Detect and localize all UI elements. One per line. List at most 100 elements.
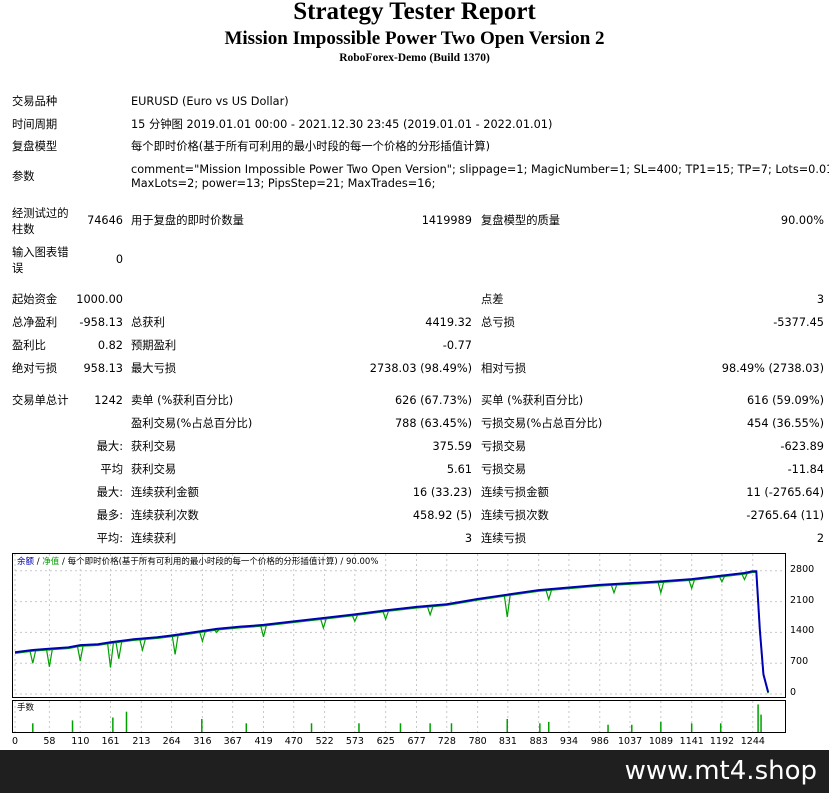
- x-tick-label: 161: [101, 736, 120, 747]
- expected-payoff-value: -0.77: [442, 339, 472, 352]
- maximal-consec-win-value: 458.92 (5): [412, 509, 472, 522]
- y-tick-label: 700: [790, 656, 809, 668]
- x-tick-label: 1141: [679, 736, 704, 747]
- maximal-consec-win-label: 连续获利次数: [131, 509, 199, 522]
- spread-label: 点差: [481, 293, 504, 306]
- rel-drawdown-value: 98.49% (2738.03): [721, 362, 824, 375]
- quality-label: 复盘模型的质量: [481, 214, 561, 227]
- y-tick-label: 2800: [790, 563, 815, 575]
- max-consec-win-value: 16 (33.23): [412, 486, 472, 499]
- bars-value: 74646: [87, 214, 123, 227]
- volume-label: 手数: [17, 703, 35, 713]
- rel-drawdown-label: 相对亏损: [481, 362, 527, 375]
- gross-loss-value: -5377.45: [773, 316, 824, 329]
- report-title: Strategy Tester Report: [293, 0, 536, 25]
- max-consec-loss-value: 11 (-2765.64): [746, 486, 824, 499]
- avg-consec-win-label: 连续获利: [131, 532, 177, 545]
- x-tick-label: 728: [437, 736, 456, 747]
- balance-chart: 余额 / 净值 / 每个即时价格(基于所有可利用的最小时段的每一个价格的分形插值…: [12, 553, 786, 698]
- period-label: 时间周期: [12, 118, 58, 131]
- x-tick-label: 264: [162, 736, 181, 747]
- avg-consec-win-value: 3: [464, 532, 472, 545]
- volume-chart: 手数: [12, 700, 786, 733]
- x-tick-label: 1244: [740, 736, 765, 747]
- legend-model: 每个即时价格(基于所有可利用的最小时段的每一个价格的分形插值计算) / 90.0…: [67, 557, 379, 567]
- deposit-label: 起始资金: [12, 293, 58, 306]
- maximal-consec-loss-label: 连续亏损次数: [481, 509, 549, 522]
- max-consec-win-label: 连续获利金额: [131, 486, 199, 499]
- period-value: 15 分钟图 2019.01.01 00:00 - 2021.12.30 23:…: [131, 118, 553, 131]
- y-tick-label: 0: [790, 687, 797, 698]
- loss-trades-value: 454 (36.55%): [746, 417, 824, 430]
- long-positions-value: 616 (59.09%): [746, 394, 824, 407]
- ticks-value: 1419989: [421, 214, 472, 227]
- x-tick-label: 883: [529, 736, 548, 747]
- x-tick-label: 780: [468, 736, 487, 747]
- x-tick-label: 110: [71, 736, 90, 747]
- symbol-value: EURUSD (Euro vs US Dollar): [131, 95, 289, 108]
- profit-factor-label: 盈利比: [12, 339, 46, 352]
- gross-loss-label: 总亏损: [481, 316, 515, 329]
- x-tick-label: 934: [559, 736, 579, 747]
- expected-payoff-label: 预期盈利: [131, 339, 177, 352]
- gross-profit-value: 4419.32: [425, 316, 472, 329]
- gross-profit-label: 总获利: [131, 316, 165, 329]
- x-tick-label: 1192: [709, 736, 735, 747]
- y-tick-label: 2100: [790, 594, 815, 606]
- max-drawdown-value: 2738.03 (98.49%): [369, 362, 472, 375]
- brand-watermark: www.mt4.shop: [624, 756, 817, 786]
- server-build: RoboForex-Demo (Build 1370): [339, 52, 490, 64]
- avg-win-value: 5.61: [446, 463, 472, 476]
- x-tick-label: 470: [284, 736, 303, 747]
- quality-value: 90.00%: [780, 214, 824, 227]
- spread-value: 3: [816, 293, 824, 306]
- legend-sep-2: /: [62, 557, 65, 567]
- average-prefix: 平均: [100, 463, 123, 476]
- errors-value: 0: [115, 253, 123, 266]
- x-tick-label: 367: [223, 736, 242, 747]
- params-line-1: comment="Mission Impossible Power Two Op…: [131, 163, 829, 176]
- symbol-label: 交易品种: [12, 95, 58, 108]
- maximal-prefix: 最多:: [96, 509, 123, 522]
- largest-prefix: 最大:: [96, 440, 123, 453]
- loss-trades-label: 亏损交易(%占总百分比): [481, 417, 603, 430]
- x-tick-label: 1089: [648, 736, 674, 747]
- net-profit-value: -958.13: [79, 316, 123, 329]
- legend-sep: /: [36, 557, 40, 567]
- profit-trades-value: 788 (63.45%): [394, 417, 472, 430]
- avg-loss-label: 亏损交易: [481, 463, 527, 476]
- equity-dip: [45, 648, 53, 667]
- largest-win-label: 获利交易: [131, 440, 177, 453]
- x-tick-label: 677: [407, 736, 426, 747]
- deposit-value: 1000.00: [76, 293, 123, 306]
- params-line-2: MaxLots=2; power=13; PipsStep=21; MaxTra…: [131, 177, 436, 190]
- volume-chart-plot: [14, 701, 762, 732]
- avg-consec-prefix: 平均:: [96, 532, 123, 545]
- max-consec-prefix: 最大:: [96, 486, 123, 499]
- short-positions-value: 626 (67.73%): [394, 394, 472, 407]
- avg-loss-value: -11.84: [787, 463, 824, 476]
- x-tick-label: 58: [43, 736, 56, 747]
- x-tick-label: 419: [254, 736, 273, 747]
- short-positions-label: 卖单 (%获利百分比): [131, 394, 234, 407]
- avg-win-label: 获利交易: [131, 463, 177, 476]
- ticks-label: 用于复盘的即时价数量: [131, 214, 244, 227]
- x-tick-label: 1037: [617, 736, 643, 747]
- x-tick-label: 831: [498, 736, 517, 747]
- balance-line: [14, 570, 770, 693]
- equity-dip: [503, 594, 511, 618]
- footer-bar: www.mt4.shop: [0, 750, 829, 793]
- legend-balance: 余额: [17, 557, 35, 567]
- chart-legend: 余额 / 净值 / 每个即时价格(基于所有可利用的最小时段的每一个价格的分形插值…: [17, 557, 379, 567]
- profit-trades-label: 盈利交易(%占总百分比): [131, 417, 253, 430]
- y-tick-label: 1400: [790, 625, 815, 637]
- net-profit-label: 总净盈利: [12, 316, 58, 329]
- expert-name: Mission Impossible Power Two Open Versio…: [224, 28, 605, 49]
- x-tick-label: 522: [315, 736, 334, 747]
- balance-chart-plot: [14, 554, 783, 695]
- x-tick-label: 573: [345, 736, 364, 747]
- x-tick-label: 213: [132, 736, 151, 747]
- avg-consec-loss-label: 连续亏损: [481, 532, 527, 545]
- model-label: 复盘模型: [12, 140, 58, 153]
- x-tick-label: 986: [590, 736, 609, 747]
